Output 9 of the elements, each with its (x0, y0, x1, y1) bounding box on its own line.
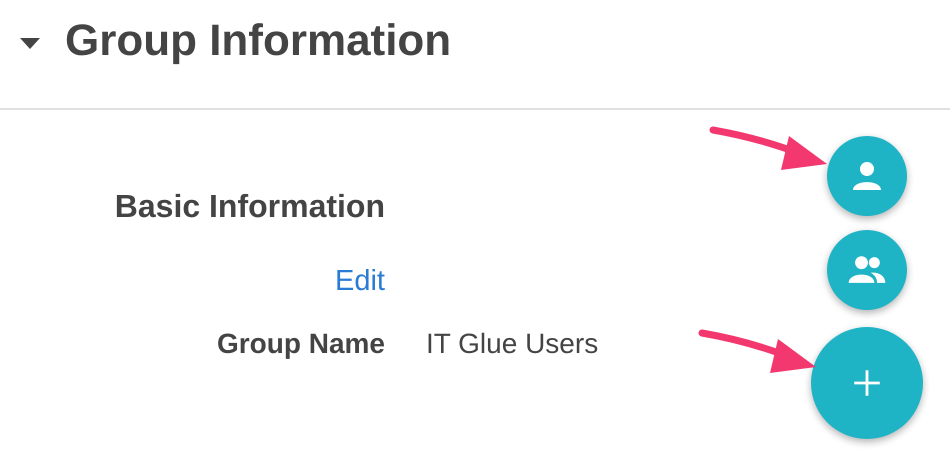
edit-link[interactable]: Edit (335, 265, 385, 297)
subsection-title: Basic Information (114, 188, 385, 225)
caret-icon[interactable] (20, 38, 40, 50)
add-button[interactable] (811, 327, 923, 439)
person-button[interactable] (827, 136, 907, 216)
field-label: Group Name (216, 328, 385, 360)
section-title: Group Information (65, 16, 452, 66)
field-value: IT Glue Users (426, 328, 598, 360)
group-button[interactable] (827, 230, 907, 310)
